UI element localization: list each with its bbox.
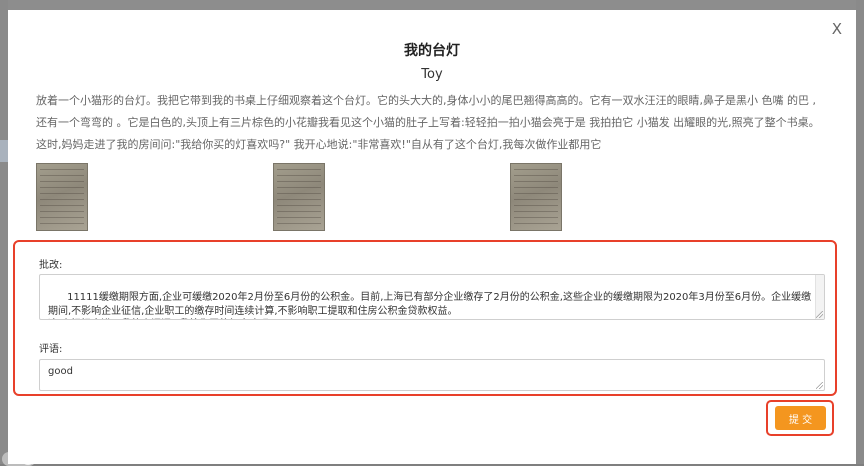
correction-text: 11111缓缴期限方面,企业可缓缴2020年2月份至6月份的公积金。目前,上海已…: [48, 292, 812, 317]
comment-textarea[interactable]: good: [39, 359, 825, 391]
resize-grip-icon[interactable]: [816, 311, 823, 318]
close-icon[interactable]: X: [832, 20, 842, 38]
essay-author: Toy: [421, 67, 443, 82]
backdrop-sidebar-highlight: [0, 140, 8, 162]
essay-title: 我的台灯: [404, 43, 460, 59]
review-section: 批改: 11111缓缴期限方面,企业可缓缴2020年2月份至6月份的公积金。目前…: [13, 240, 837, 396]
submit-highlight: 提 交: [766, 400, 834, 436]
correction-label: 批改:: [39, 260, 63, 271]
handwriting-lines: [277, 169, 321, 225]
resize-grip-icon[interactable]: [816, 382, 823, 389]
essay-image-thumbnail[interactable]: [36, 163, 88, 231]
handwriting-lines: [40, 169, 84, 225]
correction-textarea[interactable]: 11111缓缴期限方面,企业可缓缴2020年2月份至6月份的公积金。目前,上海已…: [39, 274, 825, 320]
handwriting-lines: [514, 169, 558, 225]
submit-button[interactable]: 提 交: [775, 406, 826, 430]
essay-review-modal: X 我的台灯 Toy 放着一个小猫形的台灯。我把它带到我的书桌上仔细观察着这个台…: [8, 10, 856, 464]
backdrop-top: [0, 0, 864, 10]
backdrop-left: [0, 0, 8, 464]
essay-image-thumbnail[interactable]: [510, 163, 562, 231]
essay-image-thumbnail[interactable]: [273, 163, 325, 231]
essay-content: 放着一个小猫形的台灯。我把它带到我的书桌上仔细观察着这个台灯。它的头大大的,身体…: [36, 94, 820, 151]
backdrop-right: [856, 0, 864, 464]
comment-text: good: [48, 366, 73, 377]
comment-label: 评语:: [39, 344, 63, 355]
